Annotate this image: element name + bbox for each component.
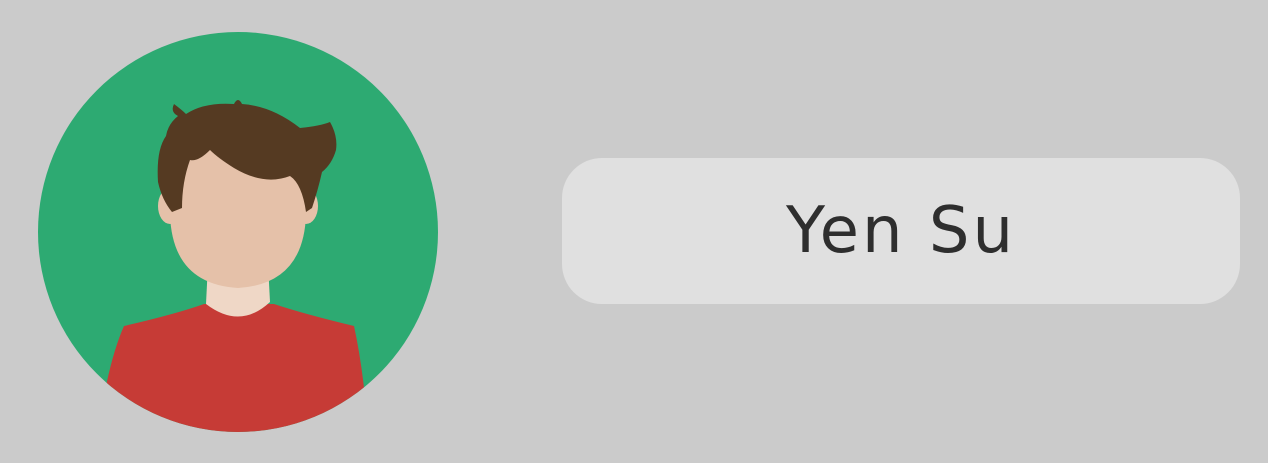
avatar[interactable]	[38, 32, 438, 432]
profile-card: Yen Su	[0, 0, 1268, 463]
user-name: Yen Su	[785, 194, 1017, 268]
user-avatar-icon	[38, 32, 438, 432]
name-badge: Yen Su	[562, 158, 1240, 304]
shirt-shape	[98, 304, 368, 432]
